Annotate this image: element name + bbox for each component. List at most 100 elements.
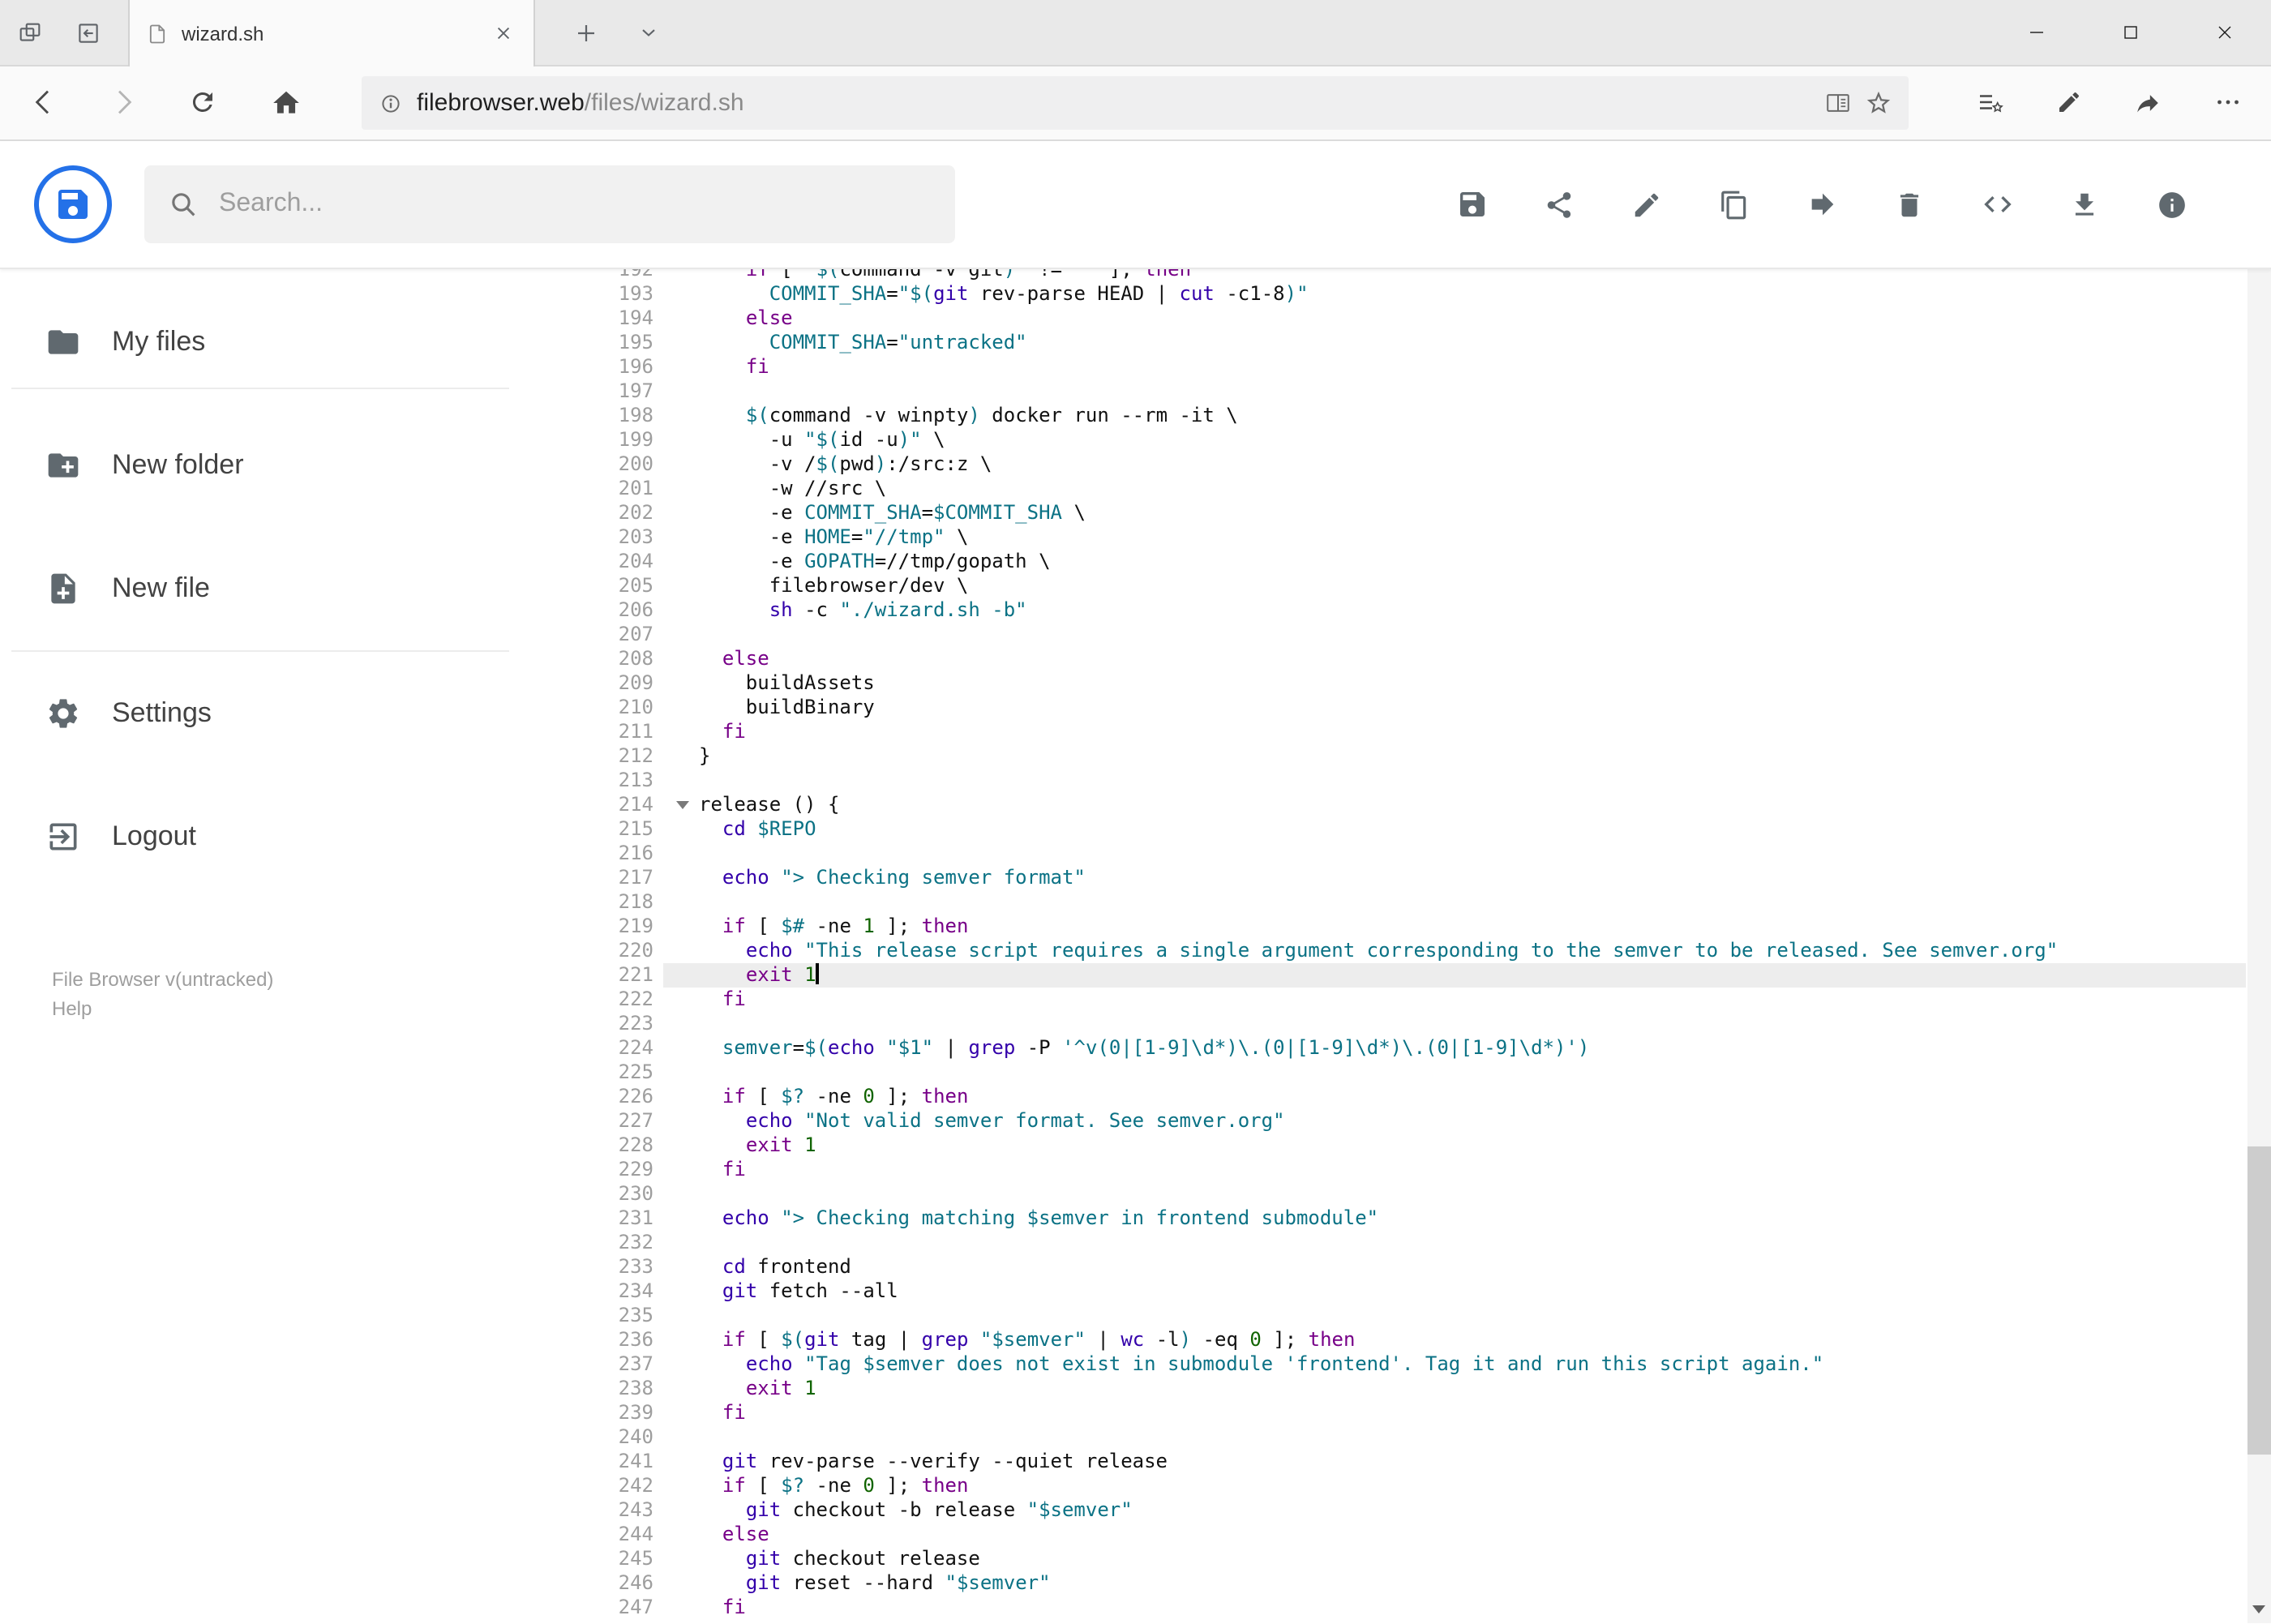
code-line[interactable]: git rev-parse --verify --quiet release	[663, 1450, 2246, 1474]
code-line[interactable]: -e GOPATH=//tmp/gopath \	[663, 550, 2246, 574]
code-line[interactable]: if [ $? -ne 0 ]; then	[663, 1085, 2246, 1109]
set-tabs-aside-icon[interactable]	[58, 0, 117, 65]
code-line[interactable]	[663, 842, 2246, 866]
code-line[interactable]: if [ $? -ne 0 ]; then	[663, 1474, 2246, 1498]
minimize-button[interactable]	[1989, 0, 2083, 65]
code-line[interactable]	[663, 1304, 2246, 1328]
version-link[interactable]: File Browser v(untracked)	[52, 968, 273, 991]
info-icon[interactable]	[2143, 175, 2201, 234]
sidebar-item-logout[interactable]: Logout	[0, 798, 521, 876]
code-line[interactable]: if [ "$(command -v git)" != "" ]; then	[663, 269, 2246, 282]
help-link[interactable]: Help	[52, 997, 92, 1020]
code-line[interactable]: echo "Not valid semver format. See semve…	[663, 1109, 2246, 1133]
back-button[interactable]	[19, 78, 68, 126]
code-line[interactable]: else	[663, 306, 2246, 331]
code-line[interactable]: fi	[663, 1401, 2246, 1425]
code-line[interactable]: COMMIT_SHA="untracked"	[663, 331, 2246, 355]
code-line[interactable]: -e HOME="//tmp" \	[663, 525, 2246, 550]
fold-marker-icon[interactable]	[676, 801, 689, 809]
code-line[interactable]: cd $REPO	[663, 817, 2246, 842]
tab-list-chevron-icon[interactable]	[623, 0, 675, 65]
code-line[interactable]	[663, 623, 2246, 647]
tab-preview-icon[interactable]	[0, 0, 58, 65]
code-line[interactable]: buildAssets	[663, 671, 2246, 696]
code-line[interactable]: fi	[663, 988, 2246, 1012]
code-line[interactable]: fi	[663, 355, 2246, 379]
reading-view-icon[interactable]	[1824, 89, 1852, 117]
code-line[interactable]	[663, 1061, 2246, 1085]
code-line[interactable]	[663, 769, 2246, 793]
delete-icon[interactable]	[1880, 175, 1939, 234]
code-line[interactable]: else	[663, 1523, 2246, 1547]
forward-button[interactable]	[99, 78, 148, 126]
code-line[interactable]	[663, 1012, 2246, 1036]
filebrowser-logo[interactable]	[34, 165, 112, 243]
copy-icon[interactable]	[1705, 175, 1763, 234]
code-line[interactable]: git checkout -b release "$semver"	[663, 1498, 2246, 1523]
code-line[interactable]: filebrowser/dev \	[663, 574, 2246, 598]
code-line[interactable]: -w //src \	[663, 477, 2246, 501]
share-page-icon[interactable]	[2123, 78, 2172, 126]
site-info-icon[interactable]	[378, 90, 404, 116]
code-line[interactable]: echo "> Checking matching $semver in fro…	[663, 1206, 2246, 1231]
code-line[interactable]: }	[663, 744, 2246, 769]
code-line[interactable]	[663, 1231, 2246, 1255]
code-line[interactable]: -u "$(id -u)" \	[663, 428, 2246, 452]
code-line[interactable]: semver=$(echo "$1" | grep -P '^v(0|[1-9]…	[663, 1036, 2246, 1061]
code-line[interactable]: git reset --hard "$semver"	[663, 1571, 2246, 1596]
code-line[interactable]: fi	[663, 1158, 2246, 1182]
save-icon[interactable]	[1442, 175, 1501, 234]
code-line[interactable]: release () {	[663, 793, 2246, 817]
code-line[interactable]: COMMIT_SHA="$(git rev-parse HEAD | cut -…	[663, 282, 2246, 306]
code-line[interactable]	[663, 890, 2246, 915]
tab-close-icon[interactable]	[488, 19, 517, 48]
refresh-button[interactable]	[178, 78, 227, 126]
code-line[interactable]: buildBinary	[663, 696, 2246, 720]
code-line[interactable]	[663, 1182, 2246, 1206]
sidebar-item-new-file[interactable]: New file	[0, 550, 521, 628]
favorite-star-icon[interactable]	[1865, 89, 1892, 117]
code-line[interactable]: $(command -v winpty) docker run --rm -it…	[663, 404, 2246, 428]
browser-tab-wizard-sh[interactable]: wizard.sh	[128, 0, 535, 66]
share-icon[interactable]	[1530, 175, 1588, 234]
close-window-button[interactable]	[2177, 0, 2271, 65]
code-editor[interactable]: 192 193 194 195 196 197 198 199 200 201 202 203 204 2…	[521, 269, 2246, 1623]
code-line[interactable]: git checkout release	[663, 1547, 2246, 1571]
scroll-down-icon[interactable]	[2247, 1596, 2271, 1623]
code-line[interactable]: cd frontend	[663, 1255, 2246, 1279]
hub-favorites-icon[interactable]	[1965, 78, 2013, 126]
move-icon[interactable]	[1793, 175, 1851, 234]
code-line[interactable]	[663, 379, 2246, 404]
page-scrollbar[interactable]	[2247, 141, 2271, 1623]
sidebar-item-my-files[interactable]: My files	[0, 303, 521, 381]
code-view-icon[interactable]	[1968, 175, 2026, 234]
sidebar-item-new-folder[interactable]: New folder	[0, 426, 521, 504]
search-box[interactable]	[144, 165, 955, 243]
code-line[interactable]: fi	[663, 1596, 2246, 1620]
maximize-button[interactable]	[2083, 0, 2177, 65]
web-note-pen-icon[interactable]	[2044, 78, 2093, 126]
code-line[interactable]: else	[663, 647, 2246, 671]
search-input[interactable]	[219, 190, 932, 219]
code-line[interactable]: echo "This release script requires a sin…	[663, 939, 2246, 963]
code-line[interactable]: echo "Tag $semver does not exist in subm…	[663, 1352, 2246, 1377]
sidebar-item-settings[interactable]: Settings	[0, 675, 521, 752]
code-line[interactable]: git fetch --all	[663, 1279, 2246, 1304]
code-line[interactable]: fi	[663, 720, 2246, 744]
download-icon[interactable]	[2055, 175, 2114, 234]
scrollbar-thumb[interactable]	[2247, 1146, 2271, 1455]
code-line[interactable]: if [ $(git tag | grep "$semver" | wc -l)…	[663, 1328, 2246, 1352]
code-line[interactable]	[663, 1425, 2246, 1450]
more-menu-icon[interactable]	[2203, 78, 2252, 126]
home-button[interactable]	[261, 78, 310, 126]
new-tab-button[interactable]	[559, 0, 611, 65]
address-bar[interactable]: filebrowser.web/files/wizard.sh	[362, 76, 1909, 130]
code-line[interactable]: exit 1	[663, 1133, 2246, 1158]
code-line[interactable]: -e COMMIT_SHA=$COMMIT_SHA \	[663, 501, 2246, 525]
code-line[interactable]: echo "> Checking semver format"	[663, 866, 2246, 890]
code-line[interactable]: exit 1	[663, 1377, 2246, 1401]
code-line[interactable]: exit 1	[663, 963, 2246, 988]
code-line[interactable]: -v /$(pwd):/src:z \	[663, 452, 2246, 477]
code-line[interactable]: if [ $# -ne 1 ]; then	[663, 915, 2246, 939]
code-line[interactable]: sh -c "./wizard.sh -b"	[663, 598, 2246, 623]
